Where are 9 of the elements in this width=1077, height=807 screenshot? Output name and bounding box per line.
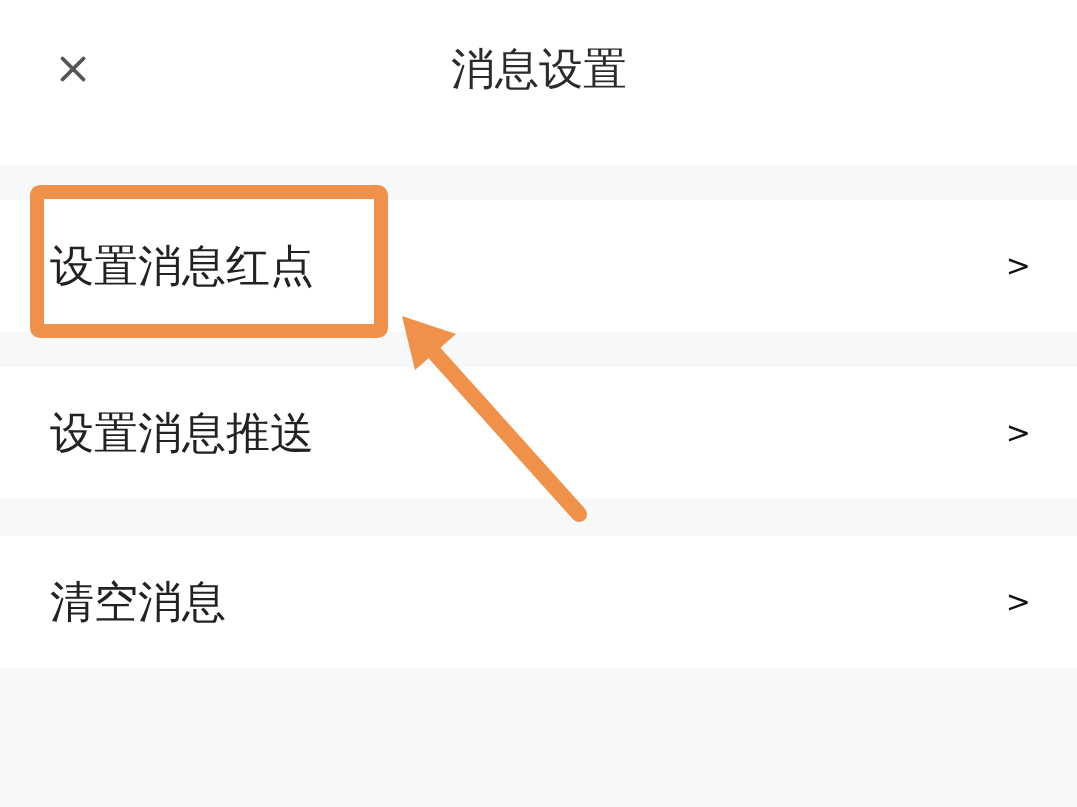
chevron-glyph: >: [1005, 248, 1031, 284]
chevron-glyph: >: [1005, 415, 1031, 451]
row-label: 设置消息红点: [50, 240, 314, 292]
chevron-glyph: >: [1005, 584, 1031, 620]
page-title: 消息设置: [450, 43, 627, 95]
row-label: 清空消息: [50, 576, 226, 628]
row-label: 设置消息推送: [50, 407, 314, 459]
settings-row[interactable]: 清空消息 >: [0, 536, 1077, 668]
settings-row[interactable]: 设置消息推送 >: [0, 367, 1077, 499]
